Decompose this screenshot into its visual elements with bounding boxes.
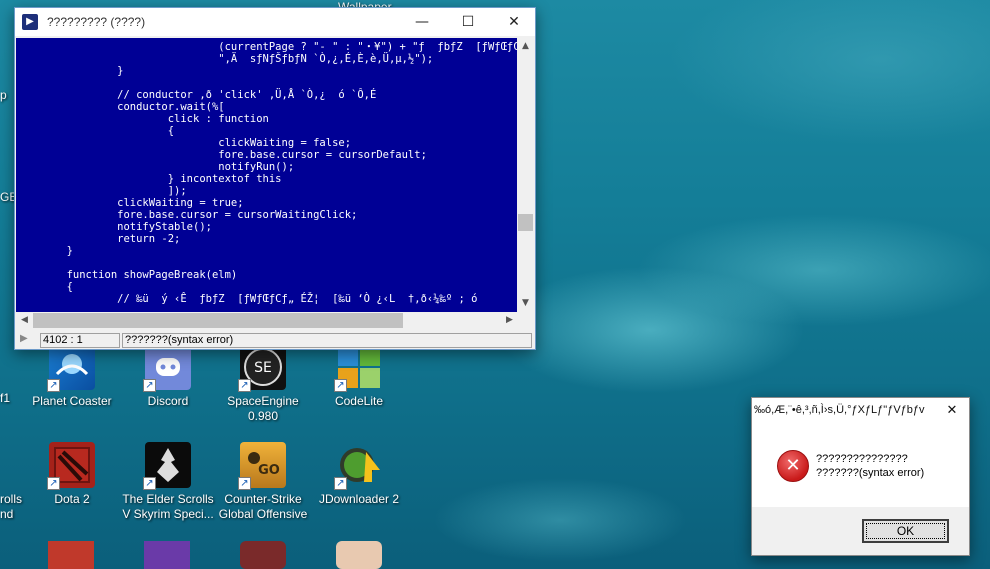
minimize-button[interactable]: — xyxy=(399,8,445,36)
desktop-icon-spaceengine[interactable]: SE ↗ SpaceEngine 0.980 xyxy=(215,344,311,424)
maximize-button[interactable]: ☐ xyxy=(445,8,491,36)
error-dialog[interactable]: ‰ó,Æ,¨•ê,³,ñ,Ì›s,Ü,°ƒXƒLƒ"ƒVƒbƒv ✕ ✕ ???… xyxy=(751,397,970,556)
code-line: ",Ä sƒNƒŠƒbƒN `Ò,¿,É,È,è,Ü,µ,½"); xyxy=(16,53,434,65)
partial-icon-label: p xyxy=(0,88,7,102)
editor-window[interactable]: ▶ ????????? (????) — ☐ ✕ (currentPage ? … xyxy=(14,7,536,350)
partial-icon-label: f1 xyxy=(0,391,11,405)
status-bar: ▶ 4102 : 1 ???????(syntax error) xyxy=(16,331,534,349)
code-line: } xyxy=(16,245,73,257)
partial-desktop-icon[interactable] xyxy=(336,541,382,569)
code-line: fore.base.cursor = cursorDefault; xyxy=(16,149,427,161)
code-line: notifyRun(); xyxy=(16,161,295,173)
scroll-down-icon[interactable]: ▼ xyxy=(517,295,534,312)
window-title: ????????? (????) xyxy=(47,15,146,29)
scroll-left-icon[interactable]: ◀ xyxy=(16,312,33,329)
discord-icon: ↗ xyxy=(143,344,191,392)
svg-text:SE: SE xyxy=(254,360,272,376)
code-line: return -2; xyxy=(16,233,181,245)
ok-button[interactable]: OK xyxy=(862,519,949,543)
desktop-icon-dota2[interactable]: ↗ Dota 2 xyxy=(24,442,120,507)
partial-desktop-icon[interactable] xyxy=(144,541,190,569)
horizontal-scroll-thumb[interactable] xyxy=(33,313,403,328)
desktop-icon-csgo[interactable]: GO ↗ Counter-Strike Global Offensive xyxy=(215,442,311,522)
partial-icon-label: rolls xyxy=(0,492,23,506)
code-line: } xyxy=(16,65,124,77)
dialog-message-line: ???????(syntax error) xyxy=(816,467,925,479)
code-line: { xyxy=(16,281,73,293)
dialog-title: ‰ó,Æ,¨•ê,³,ñ,Ì›s,Ü,°ƒXƒLƒ"ƒVƒbƒv xyxy=(754,404,925,416)
play-icon[interactable]: ▶ xyxy=(20,333,28,344)
scroll-right-icon[interactable]: ▶ xyxy=(501,312,518,329)
planet-coaster-icon: ↗ xyxy=(47,344,95,392)
code-line: clickWaiting = false; xyxy=(16,137,352,149)
dialog-footer: OK xyxy=(752,507,969,555)
status-message: ???????(syntax error) xyxy=(122,333,532,348)
code-line: ]); xyxy=(16,185,187,197)
code-line: clickWaiting = true; xyxy=(16,197,244,209)
cursor-position: 4102 : 1 xyxy=(40,333,120,348)
vertical-scroll-thumb[interactable] xyxy=(518,214,533,231)
code-line: click : function xyxy=(16,113,269,125)
code-text: (currentPage ? "- " : "・¥") + "ƒ ƒbƒZ [ƒ… xyxy=(16,38,518,305)
editor-titlebar[interactable]: ▶ ????????? (????) — ☐ ✕ xyxy=(15,8,535,36)
desktop-icon-skyrim[interactable]: ↗ The Elder Scrolls V Skyrim Speci... xyxy=(120,442,216,522)
skyrim-icon: ↗ xyxy=(143,442,191,490)
code-line: conductor.wait(%[ xyxy=(16,101,225,113)
partial-desktop-icon[interactable] xyxy=(240,541,286,569)
code-line: function showPageBreak(elm) xyxy=(16,269,238,281)
error-icon: ✕ xyxy=(777,450,809,482)
scroll-up-icon[interactable]: ▲ xyxy=(517,38,534,55)
close-button[interactable]: ✕ xyxy=(491,8,537,36)
code-line: fore.base.cursor = cursorWaitingClick; xyxy=(16,209,358,221)
dota2-icon: ↗ xyxy=(47,442,95,490)
csgo-icon: GO ↗ xyxy=(238,442,286,490)
dialog-message: ??????????????? ???????(syntax error) xyxy=(816,452,924,480)
code-line: notifyStable(); xyxy=(16,221,212,233)
dialog-close-icon[interactable]: ✕ xyxy=(935,398,969,424)
code-line: (currentPage ? "- " : "・¥") + "ƒ ƒbƒZ [ƒ… xyxy=(16,41,518,53)
desktop-icon-discord[interactable]: ↗ Discord xyxy=(120,344,216,409)
desktop-icon-jdownloader[interactable]: ↗ JDownloader 2 xyxy=(311,442,407,507)
app-icon: ▶ xyxy=(22,14,38,30)
codelite-icon: ↗ xyxy=(334,344,382,392)
jdownloader-icon: ↗ xyxy=(334,442,382,490)
partial-desktop-icon[interactable] xyxy=(48,541,94,569)
dialog-message-line: ??????????????? xyxy=(816,453,908,465)
partial-icon-label: nd xyxy=(0,507,14,521)
code-line: // conductor ,ð 'click' ,Ü,Å `Ò,¿ ó `Ô,É xyxy=(16,89,377,101)
vertical-scrollbar[interactable]: ▲ ▼ xyxy=(517,38,534,312)
code-editor[interactable]: (currentPage ? "- " : "・¥") + "ƒ ƒbƒZ [ƒ… xyxy=(16,38,518,312)
code-line: { xyxy=(16,125,175,137)
svg-text:GO: GO xyxy=(258,463,280,478)
horizontal-scrollbar[interactable]: ◀ ▶ xyxy=(16,312,518,329)
desktop-icon-planet-coaster[interactable]: ↗ Planet Coaster xyxy=(24,344,120,409)
code-line: // ‰ü ý ‹Ê ƒbƒZ [ƒWƒŒƒCƒ„ ÉŽ¦ [‰ü ‘Ò ¿‹L… xyxy=(16,293,478,305)
code-line: } incontextof this xyxy=(16,173,282,185)
desktop-icon-codelite[interactable]: ↗ CodeLite xyxy=(311,344,407,409)
spaceengine-icon: SE ↗ xyxy=(238,344,286,392)
